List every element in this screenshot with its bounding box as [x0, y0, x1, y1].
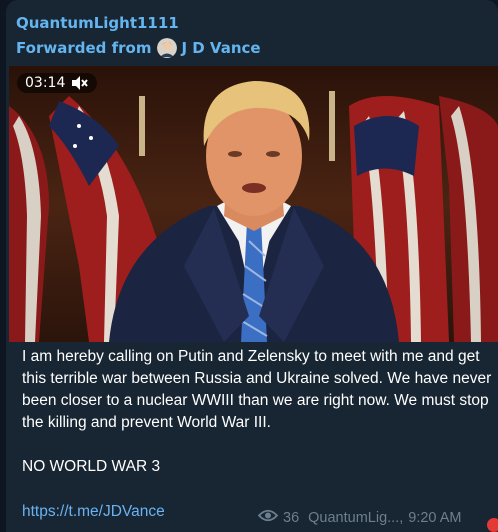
speaker-muted-icon[interactable] [71, 76, 89, 90]
message-paragraph-1: I am hereby calling on Putin and Zelensk… [22, 348, 492, 431]
message-author: QuantumLig..., [308, 509, 404, 526]
video-player[interactable]: 03:14 [9, 66, 498, 342]
forwarded-avatar[interactable] [157, 38, 178, 58]
eye-icon [257, 509, 279, 526]
forwarded-prefix: Forwarded from [16, 39, 152, 57]
video-duration-badge: 03:14 [17, 73, 98, 93]
forwarded-header[interactable]: Forwarded from J D Vance [16, 38, 261, 58]
video-duration: 03:14 [25, 75, 66, 91]
message-text: I am hereby calling on Putin and Zelensk… [22, 346, 492, 478]
message-meta: 36 QuantumLig..., 9:20 AM [257, 509, 462, 526]
message-paragraph-2: NO WORLD WAR 3 [22, 458, 161, 475]
notification-badge [487, 518, 498, 532]
message-link[interactable]: https://t.me/JDVance [22, 503, 165, 521]
message-time: 9:20 AM [408, 509, 462, 526]
views-count: 36 [283, 509, 300, 526]
channel-name[interactable]: QuantumLight1111 [16, 14, 179, 32]
forwarded-name: J D Vance [181, 39, 261, 57]
